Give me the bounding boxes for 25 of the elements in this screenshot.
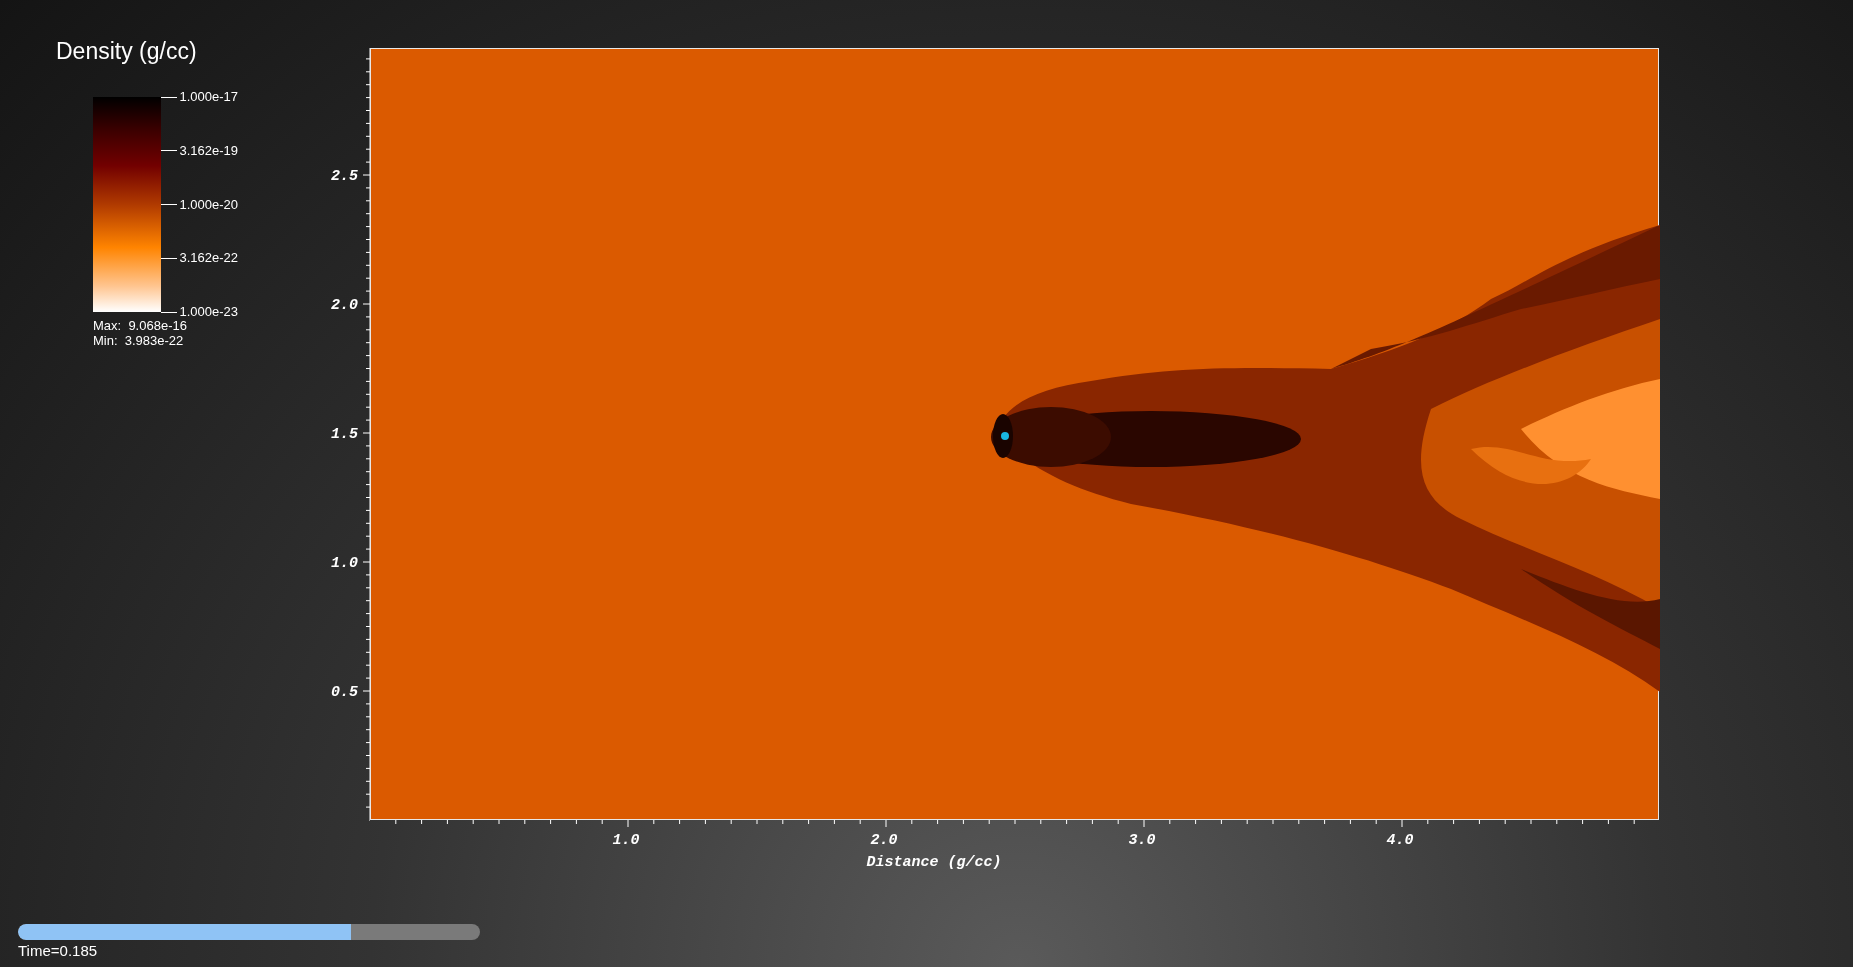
max-label: Max: 9.068e-16 <box>92 318 187 333</box>
legend-tick-label: 1.000e-23 <box>179 304 239 320</box>
x-axis-title: Distance (g/cc) <box>866 854 1002 872</box>
x-tick-label: 4.0 <box>1386 832 1414 850</box>
legend-tick-label: 1.000e-17 <box>179 89 239 105</box>
tick-mark <box>160 257 177 259</box>
tick-mark <box>160 150 177 152</box>
y-tick-label: 0.5 <box>331 684 358 702</box>
x-tick-label: 1.0 <box>612 832 640 850</box>
legend-tick-label: 3.162e-22 <box>179 250 239 267</box>
legend-tick-label: 1.000e-20 <box>179 196 239 213</box>
time-slider[interactable] <box>18 924 480 940</box>
y-tick-label: 1.5 <box>331 426 358 444</box>
y-tick-label: 2.5 <box>331 168 358 186</box>
x-tick-label: 2.0 <box>870 832 898 850</box>
tick-mark <box>160 96 177 98</box>
y-tick-label: 2.0 <box>331 297 358 315</box>
x-tick-label: 3.0 <box>1128 832 1156 850</box>
tick-mark <box>160 204 177 205</box>
time-label: Time=0.185 <box>18 942 98 960</box>
min-label: Min: 3.983e-22 <box>92 333 184 348</box>
tick-mark <box>160 311 177 313</box>
y-tick-label: 1.0 <box>331 555 358 573</box>
legend-title: Density (g/cc) <box>56 37 197 66</box>
legend-tick-label: 3.162e-19 <box>179 142 239 159</box>
